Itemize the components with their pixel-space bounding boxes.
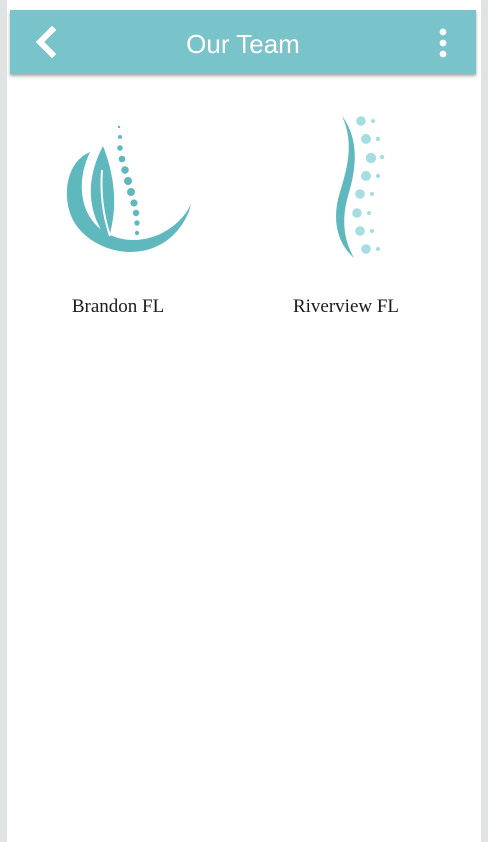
location-label-brandon: Brandon FL (71, 296, 165, 317)
app-header: Our Team (10, 10, 476, 74)
more-vertical-icon (432, 28, 454, 58)
location-label-riverview: Riverview FL (292, 296, 400, 317)
overflow-menu-button[interactable] (432, 28, 454, 58)
location-card-riverview[interactable]: Riverview FL (256, 100, 436, 320)
leaf-spine-logo (28, 100, 208, 270)
page-title: Our Team (186, 29, 300, 59)
location-card-brandon[interactable]: Brandon FL (28, 100, 208, 320)
curved-spine-logo (256, 100, 436, 270)
